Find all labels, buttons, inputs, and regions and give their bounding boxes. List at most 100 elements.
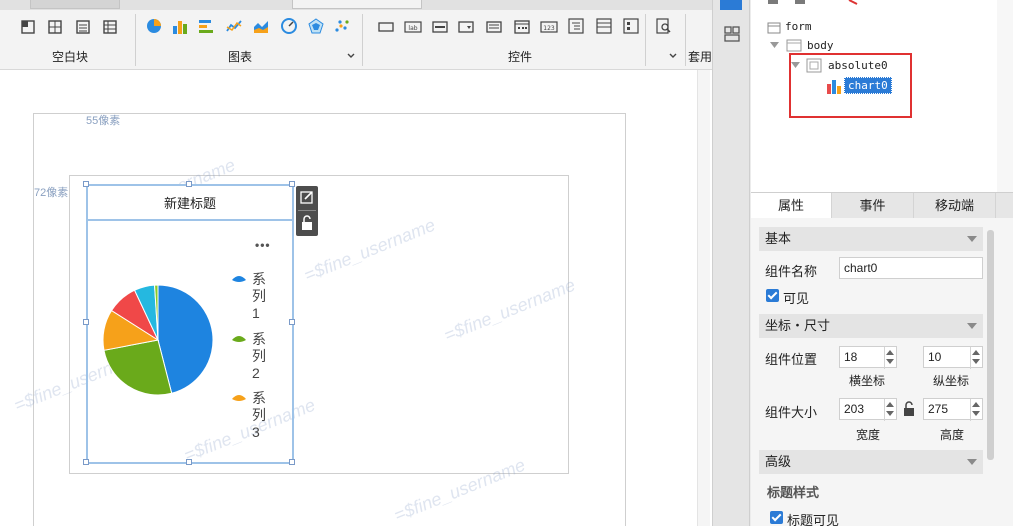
x-caption: 横坐标 — [849, 374, 886, 388]
chart-title[interactable]: 新建标题 — [88, 186, 292, 221]
collapse-arrow-icon[interactable] — [967, 459, 977, 465]
section-advanced[interactable]: 高级 — [759, 450, 983, 474]
tree-node-chart0-selected[interactable]: chart0 — [844, 77, 892, 94]
button-widget-icon[interactable] — [378, 20, 394, 34]
horizontal-bar-chart-icon[interactable] — [198, 18, 214, 34]
group-separator — [645, 14, 646, 66]
dropdown-widget-icon[interactable] — [458, 20, 474, 34]
label-widget-icon[interactable]: lab — [404, 20, 422, 34]
visible-checkbox[interactable] — [766, 289, 779, 302]
resize-handle[interactable] — [186, 459, 192, 465]
width-input[interactable]: 203 — [839, 398, 897, 421]
tree-node-form[interactable]: form — [785, 20, 812, 33]
spin-down-icon[interactable] — [972, 359, 980, 364]
tab-layout-icon[interactable] — [76, 20, 90, 34]
component-name-input[interactable]: chart0 — [839, 257, 983, 279]
tree-node-body[interactable]: body — [807, 39, 834, 52]
svg-text:123: 123 — [543, 25, 555, 32]
tab-mobile[interactable]: 移动端 — [914, 193, 996, 218]
properties-scrollbar[interactable] — [987, 230, 994, 460]
resize-handle[interactable] — [83, 319, 89, 325]
spinner[interactable] — [970, 347, 982, 369]
collapse-arrow-icon[interactable] — [967, 236, 977, 242]
legend-label-series2: 系列2 — [252, 331, 266, 381]
canvas-vertical-scrollbar[interactable] — [697, 70, 710, 526]
pie-chart-icon[interactable] — [146, 18, 162, 34]
group-separator — [685, 14, 686, 66]
resize-handle[interactable] — [289, 319, 295, 325]
visible-label: 可见 — [783, 291, 810, 306]
spinner[interactable] — [884, 347, 896, 369]
group-separator — [135, 14, 136, 66]
search-widget-icon[interactable] — [656, 18, 672, 34]
checkbox-group-widget-icon[interactable] — [623, 18, 639, 34]
spin-down-icon[interactable] — [972, 411, 980, 416]
spinner[interactable] — [970, 399, 982, 421]
spinner[interactable] — [884, 399, 896, 421]
radar-chart-icon[interactable] — [308, 18, 324, 34]
group-label-widget: 控件 — [507, 50, 532, 64]
date-widget-icon[interactable] — [514, 18, 530, 34]
expand-arrow-icon[interactable] — [770, 42, 779, 49]
section-coordinates-size[interactable]: 坐标・尺寸 — [759, 314, 983, 338]
tab-properties[interactable]: 属性 — [751, 193, 832, 218]
multi-select-widget-icon[interactable] — [486, 20, 502, 34]
gauge-chart-icon[interactable] — [281, 18, 297, 34]
resize-handle[interactable] — [186, 181, 192, 187]
spin-down-icon[interactable] — [886, 359, 894, 364]
tree-scrollbar[interactable] — [997, 0, 1013, 192]
expand-arrow-icon[interactable] — [791, 62, 800, 69]
list-widget-icon[interactable] — [596, 18, 612, 34]
table-layout-icon[interactable] — [103, 20, 117, 34]
more-options-icon[interactable]: ••• — [255, 238, 271, 252]
height-value: 275 — [928, 402, 949, 416]
group-label-apply: 套用 — [688, 50, 712, 64]
area-chart-icon[interactable] — [253, 18, 269, 34]
bar-chart-icon[interactable] — [172, 18, 188, 34]
edit-icon[interactable] — [300, 190, 314, 204]
legend-marker-series1 — [232, 276, 246, 282]
title-visible-checkbox[interactable] — [770, 511, 783, 524]
grid-layout-icon[interactable] — [48, 20, 62, 34]
delete-icon[interactable] — [848, 0, 860, 6]
document-tab[interactable] — [30, 0, 120, 9]
layout-icon[interactable] — [21, 20, 35, 34]
spin-up-icon[interactable] — [886, 350, 894, 355]
tab-events[interactable]: 事件 — [832, 193, 914, 218]
spin-up-icon[interactable] — [972, 350, 980, 355]
toolbar-icon[interactable] — [768, 0, 780, 6]
scatter-chart-icon[interactable] — [334, 18, 350, 34]
number-widget-icon[interactable]: 123 — [540, 20, 558, 34]
section-coordinates-title: 坐标・尺寸 — [765, 318, 831, 333]
spin-up-icon[interactable] — [972, 402, 980, 407]
position-x-input[interactable]: 18 — [839, 346, 897, 369]
unlock-icon[interactable] — [301, 215, 313, 231]
side-tool-strip — [712, 0, 750, 526]
chevron-down-icon[interactable] — [346, 51, 356, 61]
width-value: 203 — [844, 402, 865, 416]
chevron-down-icon[interactable] — [668, 51, 678, 61]
active-tool-indicator[interactable] — [720, 0, 742, 10]
resize-handle[interactable] — [289, 181, 295, 187]
position-y-input[interactable]: 10 — [923, 346, 983, 369]
collapse-arrow-icon[interactable] — [967, 323, 977, 329]
resize-handle[interactable] — [83, 181, 89, 187]
resize-handle[interactable] — [289, 459, 295, 465]
tree-widget-icon[interactable] — [568, 18, 584, 34]
component-name-label: 组件名称 — [765, 264, 818, 279]
section-basic-title: 基本 — [765, 231, 792, 246]
legend-label-series1: 系列1 — [252, 271, 266, 321]
spin-up-icon[interactable] — [886, 402, 894, 407]
text-field-widget-icon[interactable] — [432, 20, 448, 34]
tree-node-absolute0[interactable]: absolute0 — [828, 59, 888, 72]
spin-down-icon[interactable] — [886, 411, 894, 416]
height-input[interactable]: 275 — [923, 398, 983, 421]
unlock-icon[interactable] — [903, 401, 915, 417]
document-tab-active[interactable] — [292, 0, 422, 9]
y-caption: 纵坐标 — [933, 374, 970, 388]
component-library-icon[interactable] — [724, 26, 740, 42]
section-basic[interactable]: 基本 — [759, 227, 983, 251]
resize-handle[interactable] — [83, 459, 89, 465]
line-chart-icon[interactable] — [226, 18, 242, 34]
toolbar-icon[interactable] — [795, 0, 807, 6]
